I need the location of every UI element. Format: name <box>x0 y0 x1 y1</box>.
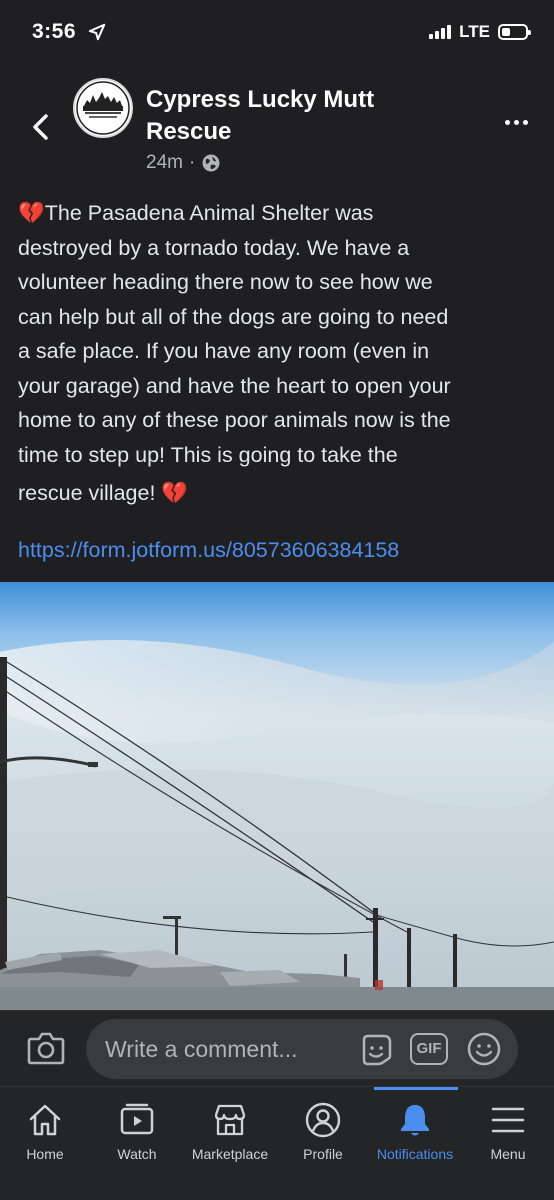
tab-profile[interactable]: Profile <box>273 1087 373 1177</box>
post-header: Cypress Lucky Mutt Rescue 24m · <box>0 72 554 182</box>
gif-icon[interactable]: GIF <box>410 1033 448 1065</box>
tab-home[interactable]: Home <box>0 1087 95 1177</box>
post-text-line: time to step up! This is going to take t… <box>18 442 398 467</box>
back-chevron-icon[interactable] <box>28 112 54 142</box>
post-meta: 24m · <box>146 152 221 174</box>
tab-label: Menu <box>490 1146 526 1162</box>
tab-menu[interactable]: Menu <box>458 1087 554 1177</box>
tab-notifications[interactable]: Notifications <box>365 1087 465 1177</box>
jotform-link[interactable]: https://form.jotform.us/80573606384158 <box>18 533 399 567</box>
profile-icon <box>305 1102 341 1138</box>
cellular-signal-icon <box>429 25 452 39</box>
bell-icon <box>401 1105 429 1136</box>
emoji-icon[interactable] <box>466 1031 502 1067</box>
tab-label: Watch <box>117 1146 157 1162</box>
home-icon <box>29 1104 61 1136</box>
tab-watch[interactable]: Watch <box>87 1087 187 1177</box>
post-text-line: rescue village! 💔 <box>18 481 189 505</box>
comment-bar: Write a comment... GIF <box>0 1010 554 1086</box>
post-text-line: a safe place. If you have any room (even… <box>18 339 430 363</box>
sticker-icon[interactable] <box>358 1032 394 1068</box>
battery-icon <box>498 24 531 40</box>
more-options-icon[interactable] <box>505 120 528 125</box>
status-time: 3:56 <box>32 20 77 43</box>
network-type: LTE <box>459 22 490 41</box>
facebook-post-screen: 3:56 LTE Cypress Lucky Mutt Rescue 24m ·… <box>0 0 554 1200</box>
bottom-tab-bar: Home Watch Marketplace Profile Notificat… <box>0 1086 554 1200</box>
post-photo[interactable] <box>0 582 554 1022</box>
post-text-line: volunteer heading there now to see how w… <box>18 270 433 294</box>
comment-placeholder: Write a comment... <box>105 1036 298 1062</box>
post-time[interactable]: 24m <box>146 152 183 174</box>
meta-separator: · <box>188 152 196 173</box>
page-logo <box>76 81 130 135</box>
tab-label: Profile <box>303 1146 343 1162</box>
comment-input[interactable]: Write a comment... GIF <box>86 1019 518 1079</box>
tab-label: Notifications <box>376 1146 454 1162</box>
post-text-line: can help but all of the dogs are going t… <box>18 304 449 329</box>
tab-marketplace[interactable]: Marketplace <box>180 1087 280 1177</box>
post-text-line: 💔The Pasadena Animal Shelter was <box>18 201 374 225</box>
post-text-line: destroyed by a tornado today. We have a <box>18 235 410 260</box>
page-avatar[interactable] <box>73 78 133 138</box>
location-arrow-icon <box>88 23 106 41</box>
menu-icon <box>491 1107 525 1133</box>
tab-label: Home <box>26 1146 64 1162</box>
post-text-line: your garage) and have the heart to open … <box>18 373 451 398</box>
page-name[interactable]: Cypress Lucky Mutt Rescue <box>146 84 446 148</box>
post-text: 💔The Pasadena Animal Shelter was destroy… <box>18 196 538 511</box>
camera-icon[interactable] <box>26 1029 66 1067</box>
tornado-damage-photo <box>0 582 554 1022</box>
status-indicators: LTE <box>429 22 531 42</box>
post-text-line: home to any of these poor animals now is… <box>18 408 451 432</box>
tab-label: Marketplace <box>191 1146 269 1162</box>
watch-icon <box>120 1103 154 1135</box>
globe-icon <box>202 154 220 172</box>
status-bar: 3:56 LTE <box>0 0 554 68</box>
marketplace-icon <box>214 1104 246 1136</box>
